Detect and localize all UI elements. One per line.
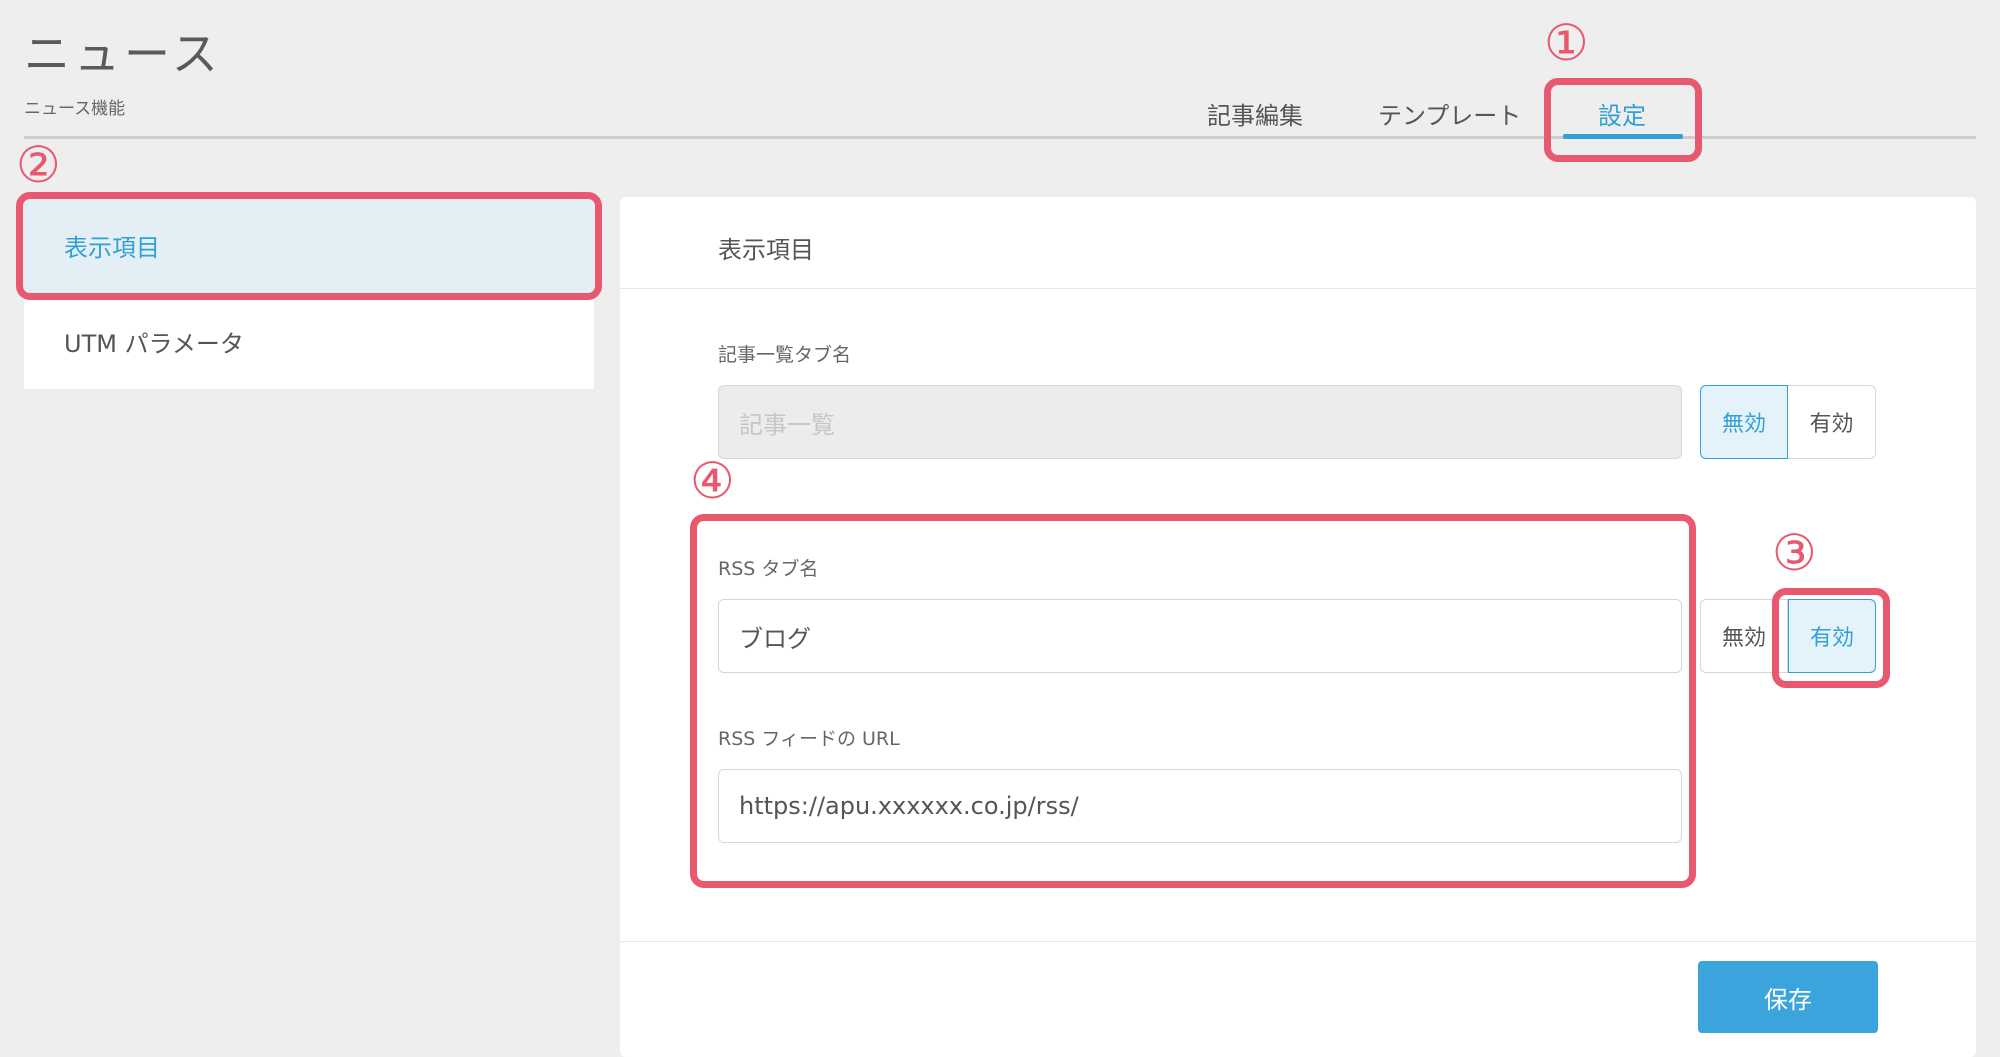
settings-panel: 表示項目 記事一覧タブ名 記事一覧 無効 有効 RSS タブ名 ブログ 無効 有… — [620, 197, 1976, 1057]
rss-feed-url-label: RSS フィードの URL — [718, 728, 900, 750]
sidebar: 表示項目 UTM パラメータ — [24, 197, 594, 389]
tab-settings[interactable]: 設定 — [1598, 96, 1646, 131]
disable-button[interactable]: 無効 — [1700, 599, 1788, 673]
rss-feed-url-input[interactable]: https://apu.xxxxxx.co.jp/rss/ — [718, 769, 1682, 843]
article-list-tab-name-input: 記事一覧 — [718, 385, 1682, 459]
panel-header: 表示項目 — [620, 197, 1976, 289]
page-subtitle: ニュース機能 — [24, 99, 126, 119]
header-divider — [24, 136, 1976, 139]
active-tab-indicator — [1563, 134, 1683, 139]
article-list-tab-name-label: 記事一覧タブ名 — [718, 344, 852, 366]
panel-footer-divider — [620, 941, 1976, 942]
tab-template[interactable]: テンプレート — [1378, 96, 1521, 131]
save-button[interactable]: 保存 — [1698, 961, 1878, 1033]
enable-button[interactable]: 有効 — [1788, 599, 1876, 673]
callout-number-2: ② — [16, 136, 61, 194]
sidebar-item-display-items[interactable]: 表示項目 — [24, 197, 594, 293]
rss-tab-name-label: RSS タブ名 — [718, 558, 819, 580]
rss-tab-toggle: 無効 有効 — [1700, 599, 1876, 673]
enable-button[interactable]: 有効 — [1788, 385, 1876, 459]
sidebar-item-utm-parameters[interactable]: UTM パラメータ — [24, 293, 594, 389]
page-title: ニュース — [24, 27, 222, 81]
panel-title: 表示項目 — [718, 236, 814, 264]
article-list-tab-toggle: 無効 有効 — [1700, 385, 1876, 459]
rss-tab-name-input[interactable]: ブログ — [718, 599, 1682, 673]
disable-button[interactable]: 無効 — [1700, 385, 1788, 459]
callout-number-1: ① — [1544, 14, 1589, 72]
tab-article-edit[interactable]: 記事編集 — [1207, 96, 1303, 131]
